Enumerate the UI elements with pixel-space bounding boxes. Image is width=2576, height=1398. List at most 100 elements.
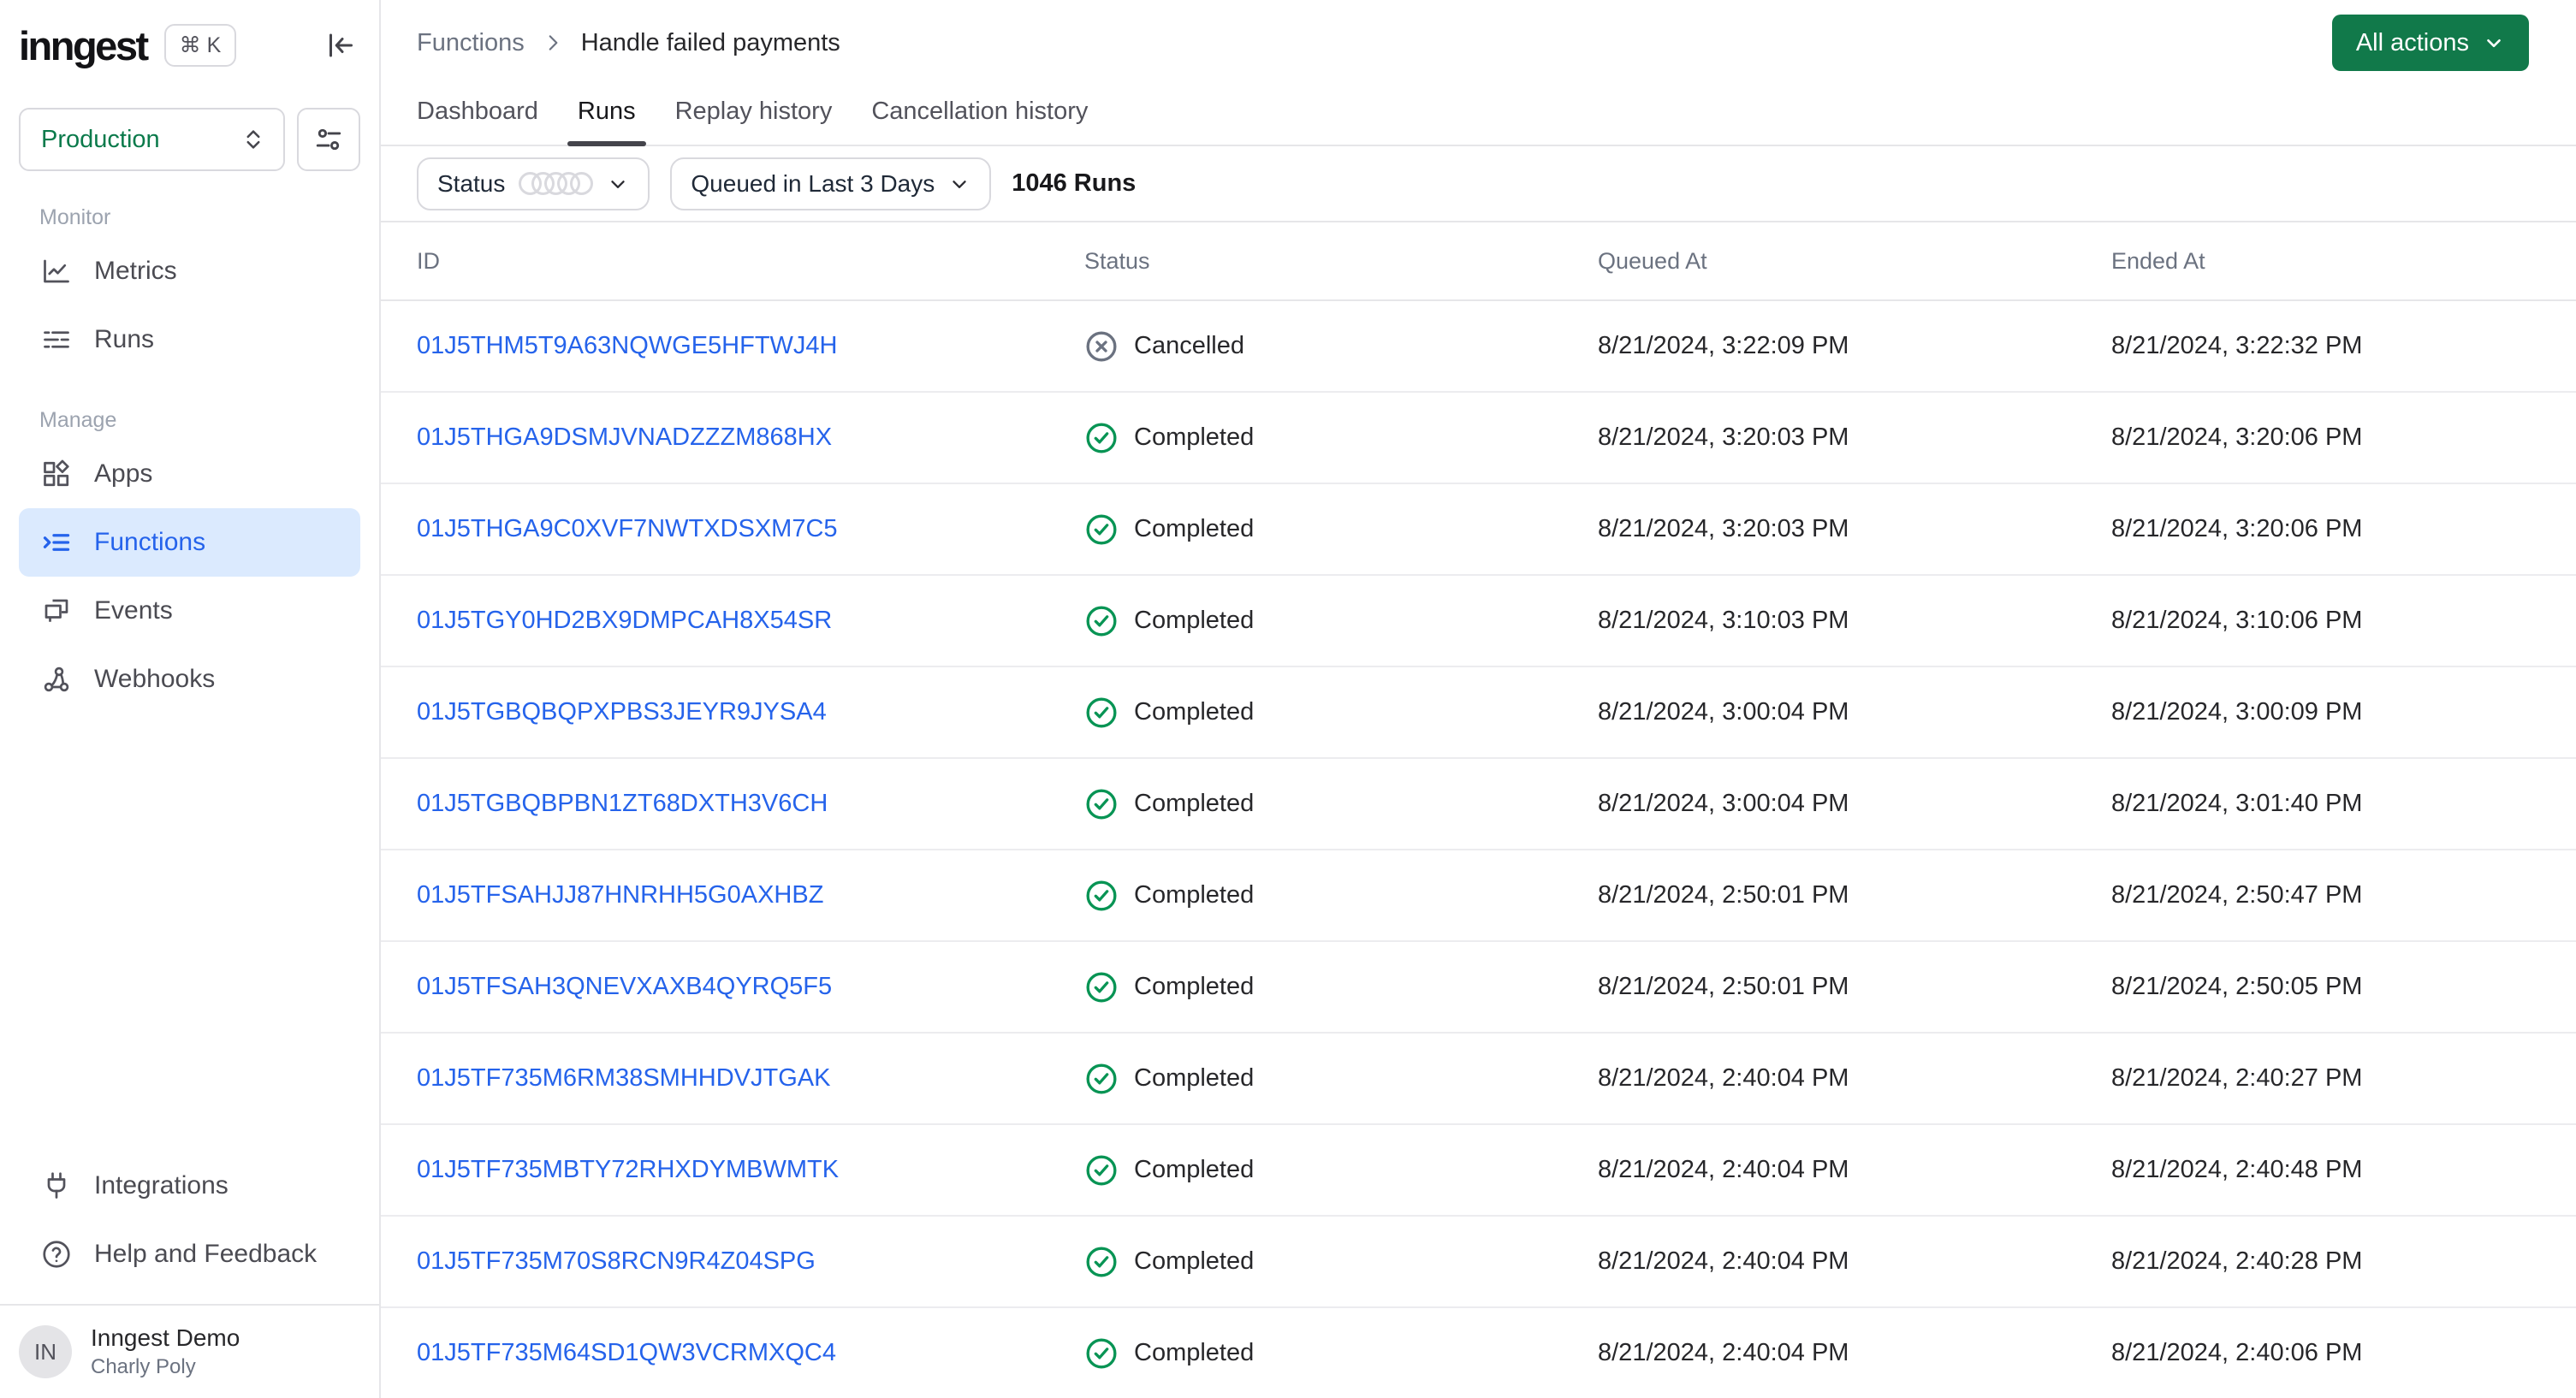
table-row: 01J5THM5T9A63NQWGE5HFTWJ4H Cancelled 8/2… [381, 301, 2576, 393]
sidebar-item-webhooks[interactable]: Webhooks [19, 645, 360, 714]
run-id-link[interactable]: 01J5THM5T9A63NQWGE5HFTWJ4H [417, 332, 838, 359]
chevron-down-icon [607, 173, 629, 195]
page-title: Handle failed payments [580, 28, 840, 56]
ended-at-value: 8/21/2024, 2:40:06 PM [2111, 1339, 2363, 1366]
table-row: 01J5THGA9C0XVF7NWTXDSXM7C5 Completed 8/2… [381, 484, 2576, 576]
avatar: IN [19, 1325, 72, 1378]
sidebar-item-help[interactable]: Help and Feedback [19, 1220, 360, 1288]
sidebar: inngest ⌘ K Production Monitor Metrics R… [0, 0, 381, 1398]
status-label: Completed [1134, 1247, 1255, 1275]
status-label: Completed [1134, 698, 1255, 726]
run-id-link[interactable]: 01J5TFSAH3QNEVXAXB4QYRQ5F5 [417, 973, 832, 1000]
status-label: Completed [1134, 607, 1255, 634]
status-label: Completed [1134, 515, 1255, 542]
sidebar-item-apps[interactable]: Apps [19, 440, 360, 508]
plug-icon [41, 1170, 72, 1201]
sidebar-item-label: Webhooks [94, 665, 216, 693]
run-id-link[interactable]: 01J5TGBQBPBN1ZT68DXTH3V6CH [417, 790, 828, 817]
nav-section-monitor: Monitor [39, 205, 111, 229]
run-id-link[interactable]: 01J5TF735M70S8RCN9R4Z04SPG [417, 1247, 816, 1275]
time-range-filter-button[interactable]: Queued in Last 3 Days [670, 157, 992, 210]
all-actions-button[interactable]: All actions [2331, 15, 2529, 71]
ended-at-value: 8/21/2024, 2:40:28 PM [2111, 1247, 2363, 1275]
collapse-sidebar-button[interactable] [319, 25, 360, 66]
run-id-link[interactable]: 01J5TFSAHJJ87HNRHH5G0AXHBZ [417, 881, 823, 909]
column-header-status: Status [1084, 247, 1150, 274]
completed-icon [1084, 879, 1119, 913]
ended-at-value: 8/21/2024, 3:20:06 PM [2111, 424, 2363, 451]
select-updown-icon [240, 127, 266, 152]
tab-dashboard[interactable]: Dashboard [407, 86, 549, 145]
completed-icon [1084, 512, 1119, 547]
sidebar-item-runs[interactable]: Runs [19, 305, 360, 374]
completed-icon [1084, 696, 1119, 730]
sidebar-item-functions[interactable]: Functions [19, 508, 360, 577]
queued-at-value: 8/21/2024, 3:00:04 PM [1598, 790, 1849, 817]
sidebar-item-events[interactable]: Events [19, 577, 360, 645]
column-header-queued-at: Queued At [1598, 247, 1707, 274]
status-label: Completed [1134, 790, 1255, 817]
sidebar-nav: Monitor Metrics Runs Manage Apps Functio… [19, 205, 360, 714]
ended-at-value: 8/21/2024, 2:50:47 PM [2111, 881, 2363, 909]
queued-at-value: 8/21/2024, 2:50:01 PM [1598, 973, 1849, 1000]
run-id-link[interactable]: 01J5THGA9DSMJVNADZZZM868HX [417, 424, 832, 451]
sidebar-item-metrics[interactable]: Metrics [19, 237, 360, 305]
table-row: 01J5TF735M6RM38SMHHDVJTGAK Completed 8/2… [381, 1034, 2576, 1125]
sidebar-item-integrations[interactable]: Integrations [19, 1152, 360, 1220]
table-header-row: ID Status Queued At Ended At [381, 222, 2576, 301]
tab-cancellation-history[interactable]: Cancellation history [861, 86, 1098, 145]
user-org: Inngest Demo [91, 1324, 240, 1351]
table-row: 01J5TF735MBTY72RHXDYMBWMTK Completed 8/2… [381, 1125, 2576, 1217]
run-id-link[interactable]: 01J5TGY0HD2BX9DMPCAH8X54SR [417, 607, 832, 634]
tab-replay-history[interactable]: Replay history [665, 86, 843, 145]
table-row: 01J5TF735M64SD1QW3VCRMXQC4 Completed 8/2… [381, 1308, 2576, 1398]
ended-at-value: 8/21/2024, 2:40:27 PM [2111, 1064, 2363, 1092]
environment-selected-value: Production [41, 125, 160, 153]
completed-icon [1084, 1062, 1119, 1096]
status-label: Completed [1134, 973, 1255, 1000]
events-icon [41, 595, 72, 626]
environment-settings-button[interactable] [297, 108, 360, 171]
chevron-down-icon [948, 173, 970, 195]
runs-table: ID Status Queued At Ended At 01J5THM5T9A… [381, 222, 2576, 1398]
runs-table-body: 01J5THM5T9A63NQWGE5HFTWJ4H Cancelled 8/2… [381, 301, 2576, 1398]
metrics-icon [41, 256, 72, 287]
nav-section-manage: Manage [39, 408, 117, 432]
status-label: Cancelled [1134, 332, 1244, 359]
breadcrumb-functions-link[interactable]: Functions [417, 29, 525, 57]
environment-select[interactable]: Production [19, 108, 285, 171]
run-id-link[interactable]: 01J5TF735MBTY72RHXDYMBWMTK [417, 1156, 839, 1183]
column-header-ended-at: Ended At [2111, 247, 2205, 274]
run-id-link[interactable]: 01J5TF735M64SD1QW3VCRMXQC4 [417, 1339, 836, 1366]
queued-at-value: 8/21/2024, 3:20:03 PM [1598, 424, 1849, 451]
sidebar-item-label: Runs [94, 325, 155, 353]
user-menu[interactable]: IN Inngest Demo Charly Poly [0, 1304, 379, 1398]
table-row: 01J5TFSAHJJ87HNRHH5G0AXHBZ Completed 8/2… [381, 850, 2576, 942]
runs-list-icon [41, 324, 72, 355]
ended-at-value: 8/21/2024, 3:01:40 PM [2111, 790, 2363, 817]
table-row: 01J5THGA9DSMJVNADZZZM868HX Completed 8/2… [381, 393, 2576, 484]
inngest-logo: inngest [19, 22, 149, 68]
breadcrumb: Functions Handle failed payments [417, 29, 840, 57]
status-filter-button[interactable]: Status [417, 157, 650, 210]
table-row: 01J5TGBQBQPXPBS3JEYR9JYSA4 Completed 8/2… [381, 667, 2576, 759]
run-id-link[interactable]: 01J5TGBQBQPXPBS3JEYR9JYSA4 [417, 698, 827, 726]
sidebar-item-label: Functions [94, 528, 206, 556]
main-content: Functions Handle failed payments All act… [381, 0, 2576, 1398]
ended-at-value: 8/21/2024, 3:20:06 PM [2111, 515, 2363, 542]
table-row: 01J5TFSAH3QNEVXAXB4QYRQ5F5 Completed 8/2… [381, 942, 2576, 1034]
column-header-id: ID [417, 247, 440, 274]
queued-at-value: 8/21/2024, 3:22:09 PM [1598, 332, 1849, 359]
completed-icon [1084, 1245, 1119, 1279]
command-k-shortcut[interactable]: ⌘ K [163, 24, 237, 67]
status-label: Completed [1134, 881, 1255, 909]
status-filter-label: Status [437, 169, 506, 197]
run-id-link[interactable]: 01J5THGA9C0XVF7NWTXDSXM7C5 [417, 515, 838, 542]
run-id-link[interactable]: 01J5TF735M6RM38SMHHDVJTGAK [417, 1064, 830, 1092]
sidebar-item-label: Integrations [94, 1171, 229, 1200]
queued-at-value: 8/21/2024, 2:40:04 PM [1598, 1064, 1849, 1092]
table-row: 01J5TGY0HD2BX9DMPCAH8X54SR Completed 8/2… [381, 576, 2576, 667]
completed-icon [1084, 604, 1119, 638]
time-range-label: Queued in Last 3 Days [691, 169, 935, 197]
tab-runs[interactable]: Runs [567, 86, 646, 146]
